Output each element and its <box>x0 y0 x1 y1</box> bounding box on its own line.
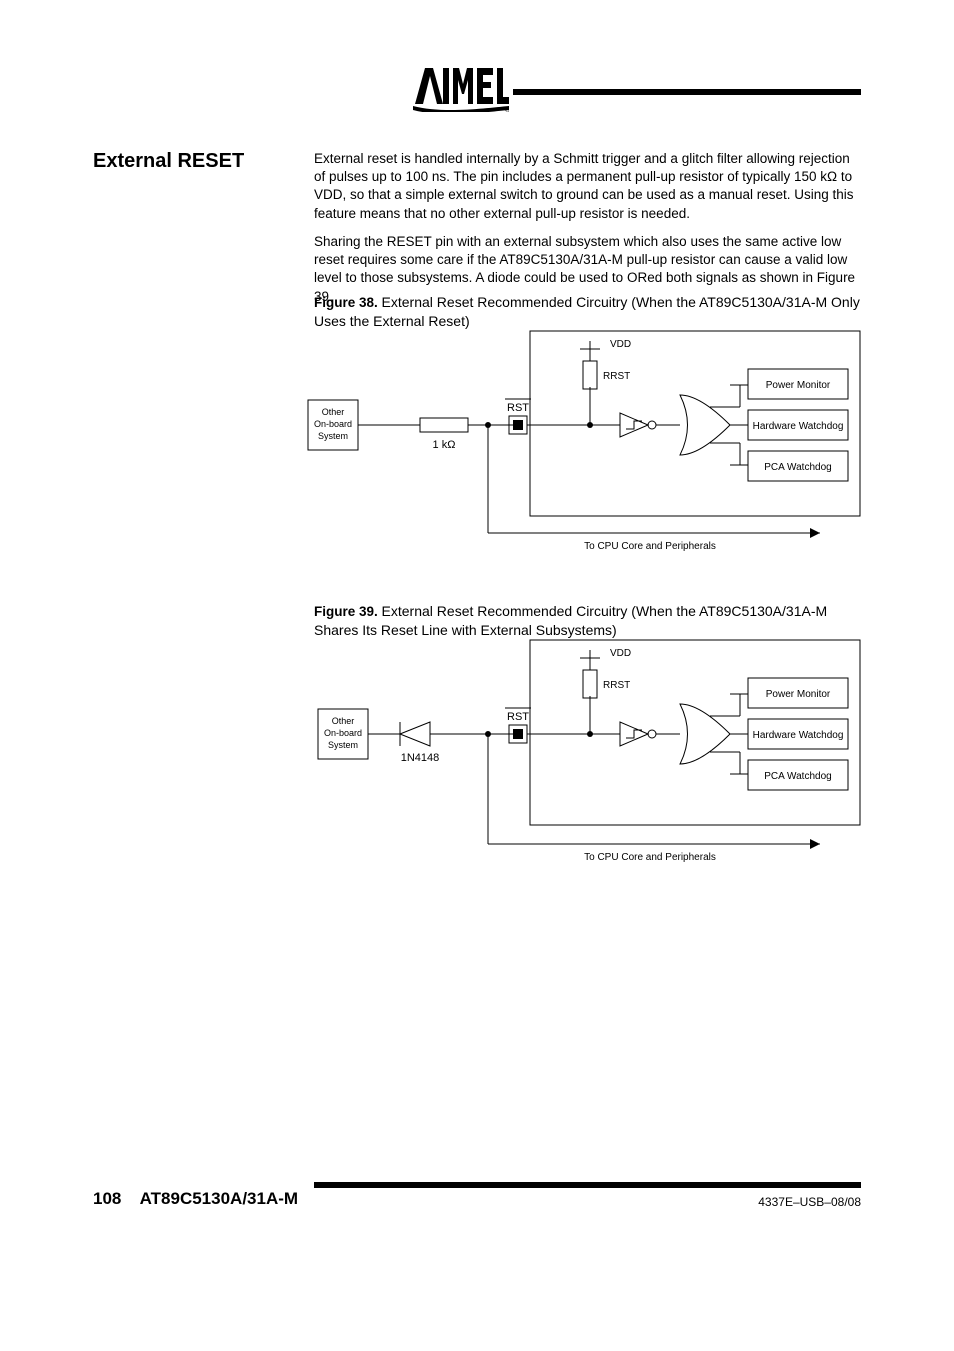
paragraph: External reset is handled internally by … <box>314 150 861 223</box>
svg-text:RRST: RRST <box>603 680 630 691</box>
svg-text:To CPU Core and Peripherals: To CPU Core and Peripherals <box>584 541 716 552</box>
svg-text:Hardware Watchdog: Hardware Watchdog <box>753 421 844 432</box>
svg-text:VDD: VDD <box>610 648 631 659</box>
svg-text:PCA Watchdog: PCA Watchdog <box>764 771 831 782</box>
figure-39: 1N4148 RST VDD RRST <box>300 634 870 864</box>
svg-text:Power Monitor: Power Monitor <box>766 689 831 700</box>
svg-text:To CPU Core and Peripherals: To CPU Core and Peripherals <box>584 852 716 863</box>
figure-title: External Reset Recommended Circuitry (Wh… <box>314 294 860 329</box>
section-heading: External RESET <box>93 150 303 179</box>
footer-left: 108 AT89C5130A/31A-M <box>93 1189 298 1209</box>
svg-text:System: System <box>318 431 348 441</box>
svg-text:Power Monitor: Power Monitor <box>766 380 831 391</box>
svg-text:Other: Other <box>322 407 345 417</box>
svg-text:RST: RST <box>507 402 529 414</box>
svg-text:On-board: On-board <box>314 419 352 429</box>
figure-38: 1 kΩ RST VDD <box>300 325 870 555</box>
svg-text:On-board: On-board <box>324 728 362 738</box>
footer-right: 4337E–USB–08/08 <box>758 1195 861 1209</box>
figure-title: External Reset Recommended Circuitry (Wh… <box>314 603 827 638</box>
svg-text:RRST: RRST <box>603 371 630 382</box>
reg-mark: ® <box>505 106 509 112</box>
svg-text:Hardware Watchdog: Hardware Watchdog <box>753 730 844 741</box>
doc-title: AT89C5130A/31A-M <box>140 1189 298 1208</box>
footer-rule <box>314 1182 861 1188</box>
svg-text:Other: Other <box>332 716 355 726</box>
figure-number: Figure 38. <box>314 295 378 310</box>
svg-text:System: System <box>328 740 358 750</box>
header-rule <box>513 89 861 95</box>
atmel-logo: ® <box>413 66 509 112</box>
svg-text:PCA Watchdog: PCA Watchdog <box>764 462 831 473</box>
section-title: External RESET <box>93 150 303 173</box>
svg-text:1N4148: 1N4148 <box>401 752 440 764</box>
svg-text:VDD: VDD <box>610 339 631 350</box>
svg-text:RST: RST <box>507 711 529 723</box>
svg-text:1 kΩ: 1 kΩ <box>433 439 456 451</box>
figure-number: Figure 39. <box>314 604 378 619</box>
page-number: 108 <box>93 1189 121 1208</box>
doc-rev: 4337E–USB–08/08 <box>758 1195 861 1209</box>
